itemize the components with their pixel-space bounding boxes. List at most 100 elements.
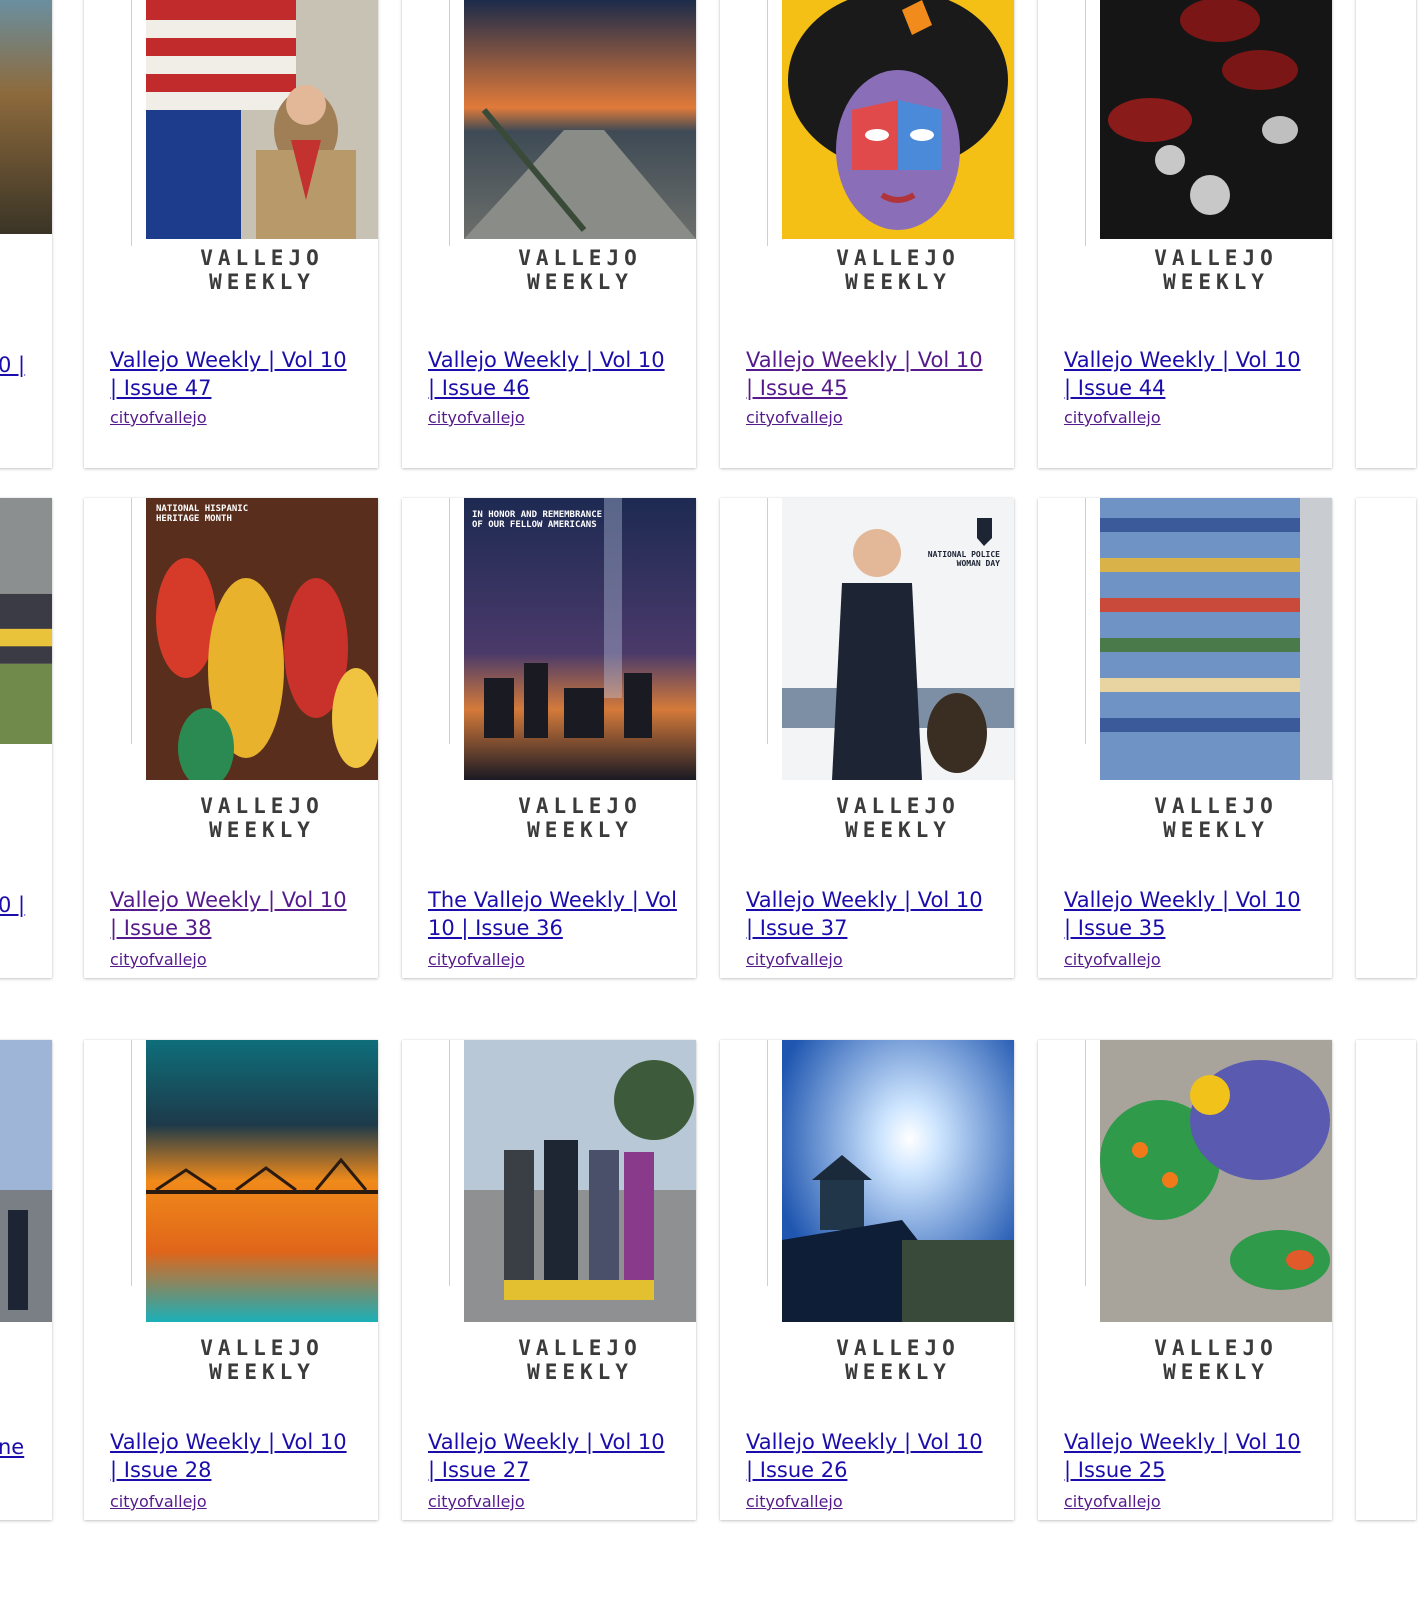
issue-cover[interactable] (720, 0, 1014, 246)
author-link[interactable]: cityofvallejo (110, 950, 207, 969)
masthead: VALLEJO WEEKLY (200, 794, 324, 842)
cover-photo (0, 0, 52, 234)
cover-spine (767, 498, 768, 744)
issue-title-link[interactable]: Vallejo Weekly | Vol 10 | Issue 47 (110, 346, 360, 402)
issue-cover[interactable] (720, 1040, 1014, 1322)
issue-card[interactable]: VALLEJO WEEKLY Vallejo Weekly | Vol 10 |… (1038, 0, 1332, 468)
issue-cover[interactable]: NATIONAL POLICE WOMAN DAY (720, 498, 1014, 780)
cover-spine (1085, 498, 1086, 744)
masthead: VALLEJO WEEKLY (518, 246, 642, 294)
masthead: VALLEJO WEEKLY (836, 246, 960, 294)
cover-photo-portrait-art (782, 0, 1014, 239)
cover-photo-clock-tower-sky (782, 1040, 1014, 1322)
cover-photo-firefighter-badges (1100, 0, 1332, 239)
author-link[interactable]: cityofvallejo (746, 950, 843, 969)
masthead: VALLEJO WEEKLY (200, 246, 324, 294)
author-link[interactable]: cityofvallejo (746, 408, 843, 427)
cover-headline: NATIONAL POLICE WOMAN DAY (927, 550, 1000, 568)
title-fragment[interactable]: 0 | (0, 353, 25, 377)
issue-card[interactable]: NATIONAL POLICE WOMAN DAY VALLEJO WEEKLY… (720, 498, 1014, 978)
issue-cover[interactable] (1038, 0, 1332, 246)
cover-photo-group-photo (464, 1040, 696, 1322)
cover-photo-police-woman-dog (782, 498, 1014, 780)
cover-photo-flag-scout (146, 0, 378, 239)
publication-grid: 0 | VALLEJO WEEKLY Vallejo Weekly | Vol … (0, 0, 1419, 1612)
issue-card[interactable]: IN HONOR AND REMEMBRANCE OF OUR FELLOW A… (402, 498, 696, 978)
partial-card-left[interactable]: 0 | (0, 498, 52, 978)
masthead: VALLEJO WEEKLY (518, 1336, 642, 1384)
cover-spine (1085, 1040, 1086, 1286)
masthead: VALLEJO WEEKLY (836, 794, 960, 842)
issue-title-link[interactable]: Vallejo Weekly | Vol 10 | Issue 27 (428, 1428, 678, 1484)
author-link[interactable]: cityofvallejo (746, 1492, 843, 1511)
issue-cover[interactable]: NATIONAL HISPANIC HERITAGE MONTH (84, 498, 378, 780)
author-link[interactable]: cityofvallejo (1064, 1492, 1161, 1511)
issue-title-link[interactable]: Vallejo Weekly | Vol 10 | Issue 38 (110, 886, 360, 942)
author-link[interactable]: cityofvallejo (428, 408, 525, 427)
issue-card[interactable]: VALLEJO WEEKLY Vallejo Weekly | Vol 10 |… (720, 0, 1014, 468)
cover-photo-sunset-ramp (464, 0, 696, 239)
issue-card[interactable]: VALLEJO WEEKLY Vallejo Weekly | Vol 10 |… (84, 1040, 378, 1520)
masthead: VALLEJO WEEKLY (836, 1336, 960, 1384)
cover-photo-bridge-sunset (146, 1040, 378, 1322)
issue-cover[interactable] (1038, 498, 1332, 780)
issue-card[interactable]: VALLEJO WEEKLY Vallejo Weekly | Vol 10 |… (402, 1040, 696, 1520)
cover-headline: NATIONAL HISPANIC HERITAGE MONTH (156, 504, 249, 524)
cover-photo-city-skyline-911 (464, 498, 696, 780)
issue-card[interactable]: VALLEJO WEEKLY Vallejo Weekly | Vol 10 |… (720, 1040, 1014, 1520)
cover-spine (131, 0, 132, 246)
author-link[interactable]: cityofvallejo (428, 1492, 525, 1511)
author-link[interactable]: cityofvallejo (1064, 408, 1161, 427)
issue-cover[interactable] (84, 0, 378, 246)
cover-photo-mosaic-stairs (1100, 498, 1332, 780)
cover-photo (0, 1040, 52, 1322)
cover-spine (1085, 0, 1086, 246)
author-link[interactable]: cityofvallejo (110, 1492, 207, 1511)
cover-photo-fish-mural (1100, 1040, 1332, 1322)
cover-photo (0, 498, 52, 744)
cover-photo-hispanic-heritage-gourds (146, 498, 378, 780)
issue-cover[interactable]: IN HONOR AND REMEMBRANCE OF OUR FELLOW A… (402, 498, 696, 780)
issue-card[interactable]: NATIONAL HISPANIC HERITAGE MONTH VALLEJO… (84, 498, 378, 978)
partial-card-right[interactable] (1356, 0, 1416, 468)
partial-card-left[interactable]: ne (0, 1040, 52, 1520)
masthead: VALLEJO WEEKLY (518, 794, 642, 842)
issue-title-link[interactable]: Vallejo Weekly | Vol 10 | Issue 45 (746, 346, 996, 402)
issue-card[interactable]: VALLEJO WEEKLY Vallejo Weekly | Vol 10 |… (84, 0, 378, 468)
cover-spine (449, 1040, 450, 1286)
cover-spine (449, 0, 450, 246)
issue-title-link[interactable]: Vallejo Weekly | Vol 10 | Issue 44 (1064, 346, 1314, 402)
issue-title-link[interactable]: The Vallejo Weekly | Vol 10 | Issue 36 (428, 886, 678, 942)
issue-card[interactable]: VALLEJO WEEKLY Vallejo Weekly | Vol 10 |… (1038, 498, 1332, 978)
masthead: VALLEJO WEEKLY (1154, 246, 1278, 294)
issue-card[interactable]: VALLEJO WEEKLY Vallejo Weekly | Vol 10 |… (1038, 1040, 1332, 1520)
issue-title-link[interactable]: Vallejo Weekly | Vol 10 | Issue 28 (110, 1428, 360, 1484)
issue-cover[interactable] (402, 1040, 696, 1322)
cover-spine (131, 498, 132, 744)
title-fragment[interactable]: 0 | (0, 893, 25, 917)
cover-headline: IN HONOR AND REMEMBRANCE OF OUR FELLOW A… (472, 510, 603, 530)
issue-title-link[interactable]: Vallejo Weekly | Vol 10 | Issue 46 (428, 346, 678, 402)
masthead: VALLEJO WEEKLY (1154, 1336, 1278, 1384)
author-link[interactable]: cityofvallejo (110, 408, 207, 427)
issue-cover[interactable] (84, 1040, 378, 1322)
issue-cover[interactable] (402, 0, 696, 246)
partial-card-right[interactable] (1356, 1040, 1416, 1520)
author-link[interactable]: cityofvallejo (428, 950, 525, 969)
author-link[interactable]: cityofvallejo (1064, 950, 1161, 969)
cover-spine (131, 1040, 132, 1286)
issue-title-link[interactable]: Vallejo Weekly | Vol 10 | Issue 25 (1064, 1428, 1314, 1484)
issue-card[interactable]: VALLEJO WEEKLY Vallejo Weekly | Vol 10 |… (402, 0, 696, 468)
cover-spine (767, 0, 768, 246)
cover-spine (767, 1040, 768, 1286)
issue-title-link[interactable]: Vallejo Weekly | Vol 10 | Issue 37 (746, 886, 996, 942)
title-fragment[interactable]: ne (0, 1435, 24, 1459)
issue-title-link[interactable]: Vallejo Weekly | Vol 10 | Issue 35 (1064, 886, 1314, 942)
partial-card-left[interactable]: 0 | (0, 0, 52, 468)
masthead: VALLEJO WEEKLY (1154, 794, 1278, 842)
issue-title-link[interactable]: Vallejo Weekly | Vol 10 | Issue 26 (746, 1428, 996, 1484)
cover-spine (449, 498, 450, 744)
partial-card-right[interactable] (1356, 498, 1416, 978)
masthead: VALLEJO WEEKLY (200, 1336, 324, 1384)
issue-cover[interactable] (1038, 1040, 1332, 1322)
